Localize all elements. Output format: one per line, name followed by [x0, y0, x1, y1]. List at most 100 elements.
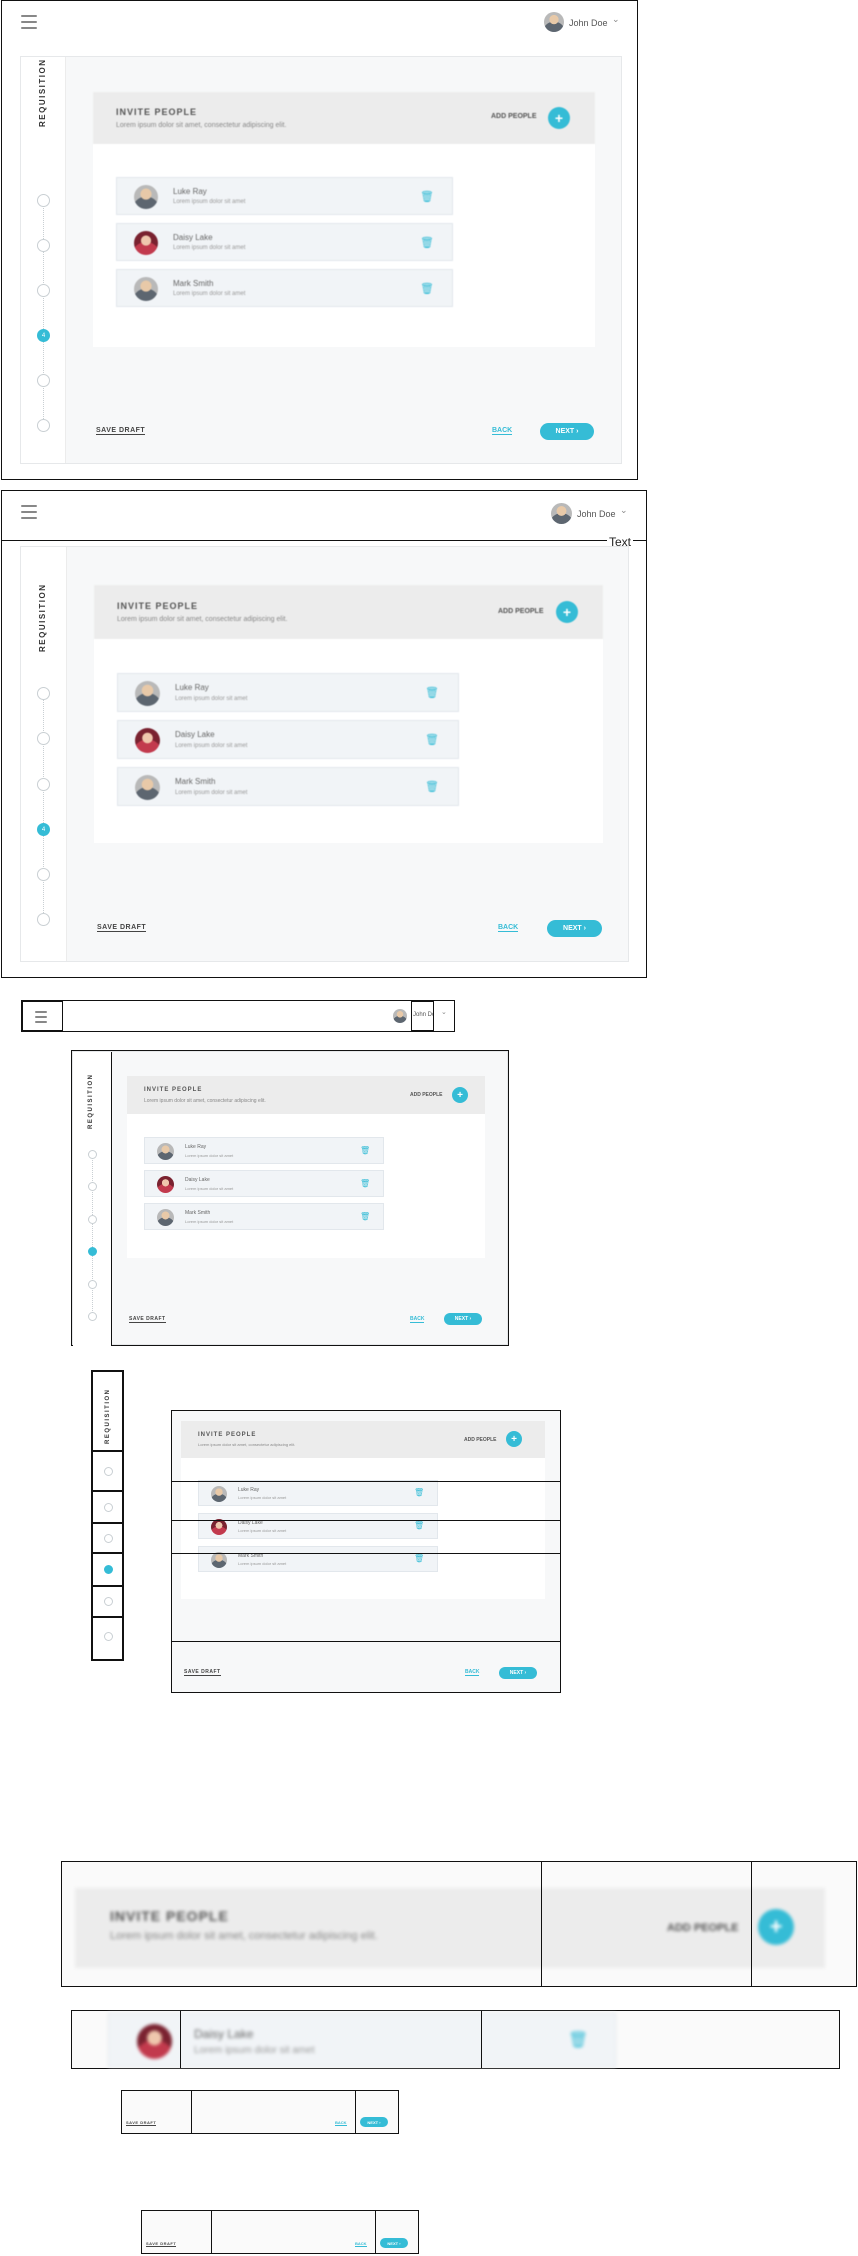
- step-2[interactable]: [88, 1182, 97, 1191]
- top-bar: John Doe ⌄: [2, 1, 637, 43]
- trash-icon[interactable]: 🗑: [425, 780, 439, 793]
- next-label: NEXT: [454, 1316, 469, 1322]
- add-people-button[interactable]: +: [506, 1431, 522, 1447]
- step-2[interactable]: [37, 732, 50, 745]
- step-3[interactable]: [37, 284, 50, 297]
- person-desc: Lorem ipsum dolor sit amet: [175, 696, 248, 702]
- step-4[interactable]: [88, 1247, 97, 1256]
- add-people-label[interactable]: ADD PEOPLE: [667, 1922, 739, 1934]
- steps-line: [92, 1154, 93, 1319]
- add-people-button[interactable]: +: [452, 1087, 468, 1103]
- step-1[interactable]: [37, 687, 50, 700]
- avatar[interactable]: [551, 503, 572, 524]
- next-button[interactable]: NEXT ›: [444, 1313, 482, 1325]
- add-people-label[interactable]: ADD PEOPLE: [410, 1092, 443, 1098]
- next-button[interactable]: NEXT ›: [540, 423, 594, 440]
- step-6[interactable]: [37, 419, 50, 432]
- hamburger-icon[interactable]: [21, 15, 37, 33]
- next-button[interactable]: NEXT ›: [380, 2238, 408, 2248]
- step-2[interactable]: [37, 239, 50, 252]
- next-button[interactable]: NEXT ›: [360, 2117, 388, 2127]
- trash-icon[interactable]: 🗑: [420, 190, 434, 203]
- avatar: [134, 277, 158, 301]
- hamburger-icon[interactable]: [35, 1011, 47, 1026]
- trash-icon[interactable]: 🗑: [414, 1554, 424, 1563]
- step-3[interactable]: [37, 778, 50, 791]
- person-desc: Lorem ipsum dolor sit amet: [185, 1186, 234, 1191]
- step-2[interactable]: [104, 1503, 113, 1512]
- back-button[interactable]: BACK: [465, 1669, 480, 1676]
- back-button[interactable]: BACK: [492, 427, 513, 435]
- divider-1: [180, 2011, 181, 2068]
- save-draft-button[interactable]: SAVE DRAFT: [97, 924, 147, 932]
- step-3[interactable]: [104, 1534, 113, 1543]
- trash-icon[interactable]: 🗑: [360, 1212, 370, 1221]
- invite-subtitle: Lorem ipsum dolor sit amet, consectetur …: [110, 1930, 378, 1942]
- step-6[interactable]: [104, 1632, 113, 1641]
- trash-icon[interactable]: 🗑: [425, 733, 439, 746]
- page-body: REQUISITION INVITE PEOPLE Lorem ipsum do…: [72, 1051, 508, 1346]
- row-divider-2: [172, 1520, 560, 1521]
- trash-icon[interactable]: 🗑: [568, 2030, 588, 2050]
- user-name[interactable]: John Doe: [569, 18, 608, 28]
- chevron-down-icon[interactable]: ⌄: [612, 14, 620, 25]
- trash-icon[interactable]: 🗑: [360, 1146, 370, 1155]
- next-button[interactable]: NEXT ›: [547, 920, 602, 937]
- steps-sidebar: REQUISITION 4: [21, 57, 66, 463]
- save-draft-button[interactable]: SAVE DRAFT: [96, 427, 146, 435]
- back-button[interactable]: BACK: [410, 1316, 425, 1323]
- invite-card: INVITE PEOPLE Lorem ipsum dolor sit amet…: [181, 1421, 545, 1599]
- divider-2: [751, 1862, 752, 1986]
- step-6[interactable]: [37, 913, 50, 926]
- avatar: [135, 775, 160, 800]
- back-button[interactable]: BACK: [335, 2120, 347, 2126]
- save-draft-button[interactable]: SAVE DRAFT: [146, 2241, 177, 2247]
- step-3[interactable]: [88, 1215, 97, 1224]
- save-draft-button[interactable]: SAVE DRAFT: [184, 1669, 221, 1676]
- step-1[interactable]: [104, 1467, 113, 1476]
- trash-icon[interactable]: 🗑: [360, 1179, 370, 1188]
- add-people-button[interactable]: +: [758, 1909, 794, 1945]
- add-people-label[interactable]: ADD PEOPLE: [491, 113, 537, 120]
- invite-header: INVITE PEOPLE Lorem ipsum dolor sit amet…: [127, 1076, 485, 1114]
- user-name[interactable]: John Doe: [413, 1012, 433, 1018]
- user-name-segment: John Doe: [411, 1001, 434, 1031]
- back-button[interactable]: BACK: [355, 2241, 367, 2247]
- user-name[interactable]: John Doe: [577, 509, 616, 519]
- step-5[interactable]: [37, 374, 50, 387]
- trash-icon[interactable]: 🗑: [420, 236, 434, 249]
- avatar[interactable]: [393, 1009, 407, 1023]
- avatar[interactable]: [544, 12, 564, 32]
- add-people-button[interactable]: +: [548, 107, 570, 129]
- step-4[interactable]: 4: [37, 823, 50, 836]
- step-cell-6: [92, 1617, 123, 1660]
- step-5[interactable]: [104, 1597, 113, 1606]
- footer-segment-a: SAVE DRAFT BACK NEXT ›: [121, 2090, 399, 2134]
- invite-subtitle: Lorem ipsum dolor sit amet, consectetur …: [144, 1098, 266, 1104]
- add-people-label[interactable]: ADD PEOPLE: [498, 608, 544, 615]
- add-people-label[interactable]: ADD PEOPLE: [464, 1437, 497, 1443]
- steps-line: [43, 200, 44, 425]
- chevron-down-icon[interactable]: ⌄: [620, 505, 628, 516]
- save-draft-button[interactable]: SAVE DRAFT: [126, 2120, 157, 2126]
- trash-icon[interactable]: 🗑: [425, 686, 439, 699]
- step-5[interactable]: [88, 1280, 97, 1289]
- step-4[interactable]: [104, 1565, 113, 1574]
- back-button[interactable]: BACK: [498, 924, 519, 932]
- trash-icon[interactable]: 🗑: [414, 1488, 424, 1497]
- step-5[interactable]: [37, 868, 50, 881]
- avatar: [157, 1143, 174, 1160]
- save-draft-button[interactable]: SAVE DRAFT: [129, 1316, 166, 1323]
- step-4[interactable]: 4: [37, 329, 50, 342]
- trash-icon[interactable]: 🗑: [420, 282, 434, 295]
- trash-icon[interactable]: 🗑: [414, 1521, 424, 1530]
- chevron-down-icon[interactable]: ⌄: [441, 1008, 447, 1016]
- screen-frame-2: John Doe ⌄ Text REQUISITION 4 INVITE PEO…: [1, 490, 647, 978]
- avatar: [211, 1519, 227, 1535]
- step-1[interactable]: [37, 194, 50, 207]
- step-1[interactable]: [88, 1150, 97, 1159]
- next-button[interactable]: NEXT ›: [499, 1667, 537, 1679]
- hamburger-icon[interactable]: [21, 505, 37, 523]
- step-6[interactable]: [88, 1312, 97, 1321]
- add-people-button[interactable]: +: [556, 601, 578, 623]
